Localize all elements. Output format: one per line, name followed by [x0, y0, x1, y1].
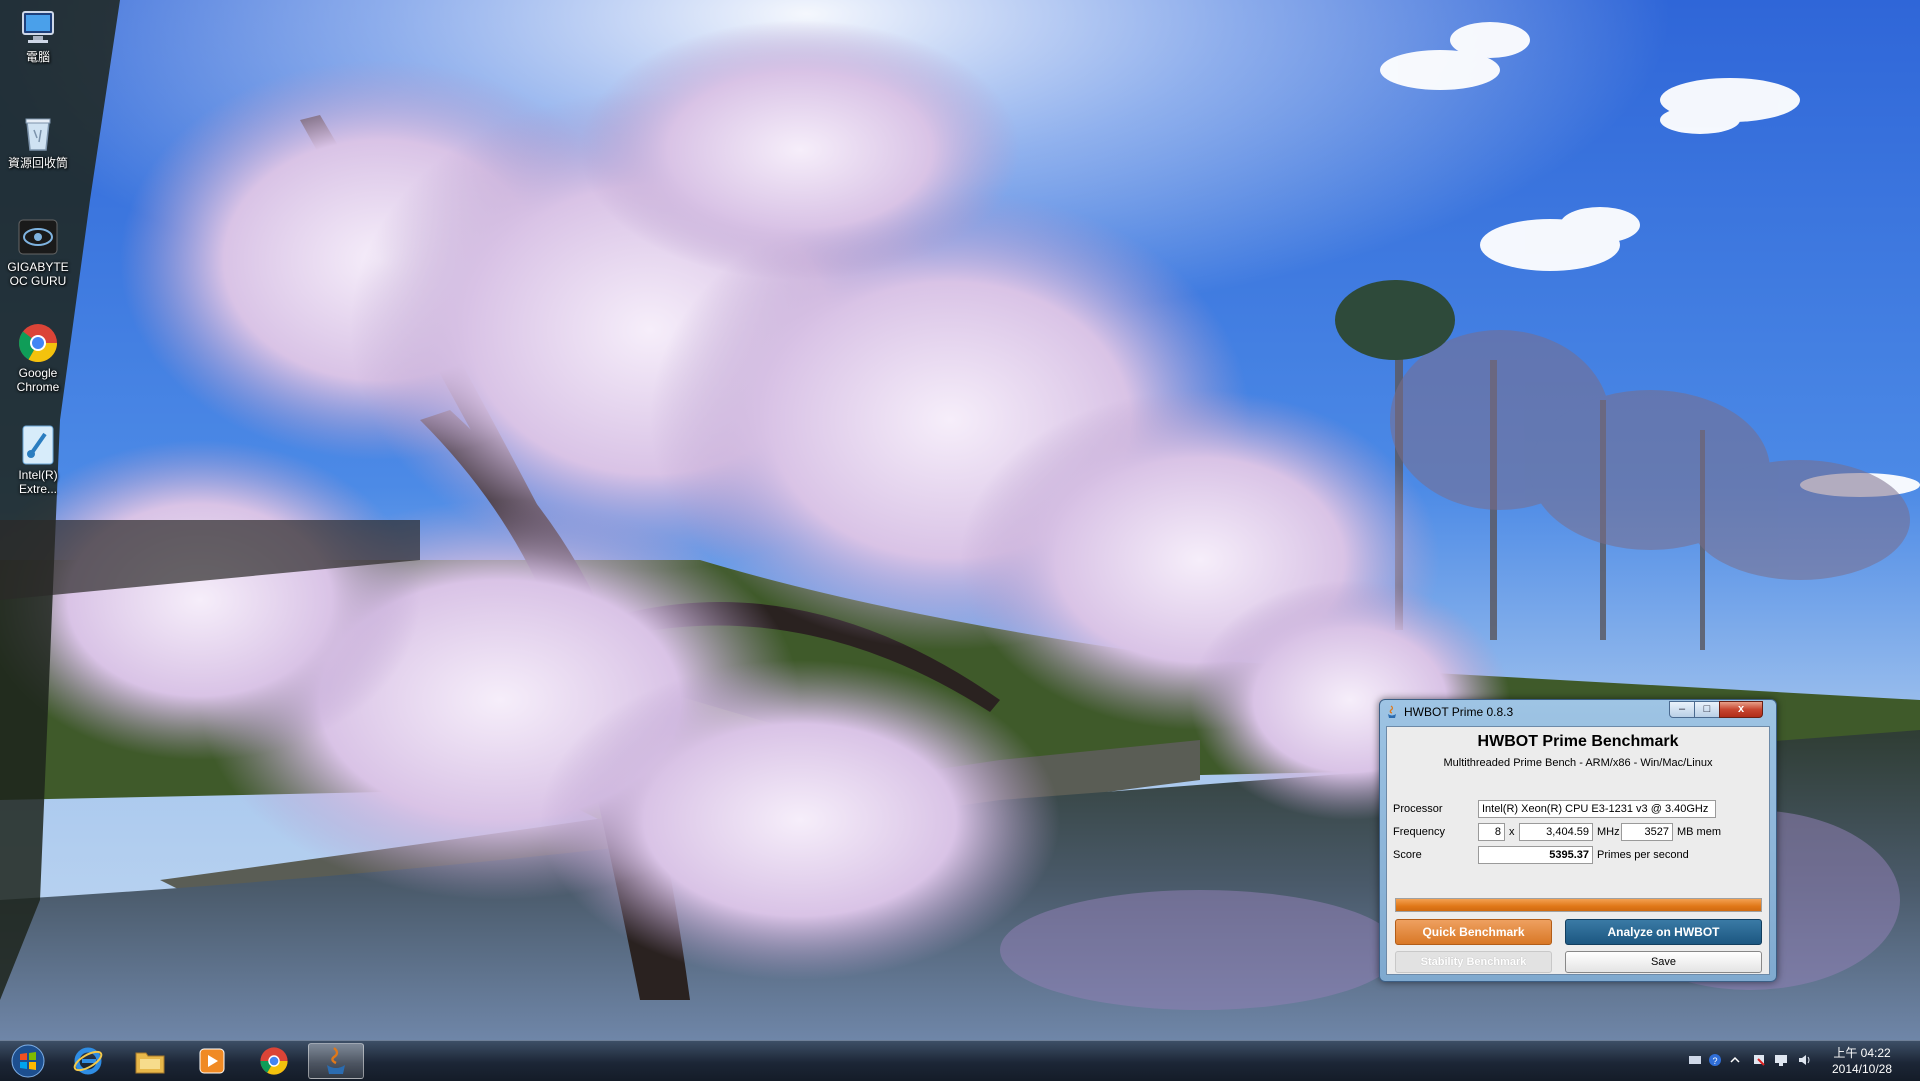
desktop-icon-label: GIGABYTE OC GURU [7, 260, 69, 288]
desktop-icon-label: 資源回收筒 [7, 156, 68, 170]
multiply-sign: x [1509, 826, 1515, 838]
score-unit: Primes per second [1597, 849, 1689, 861]
benchmark-progress-bar [1395, 898, 1762, 912]
intel-xtu-icon [17, 424, 59, 466]
java-app-icon [327, 1047, 345, 1074]
file-explorer-icon [135, 1052, 165, 1074]
analyze-on-hwbot-button[interactable]: Analyze on HWBOT [1565, 919, 1762, 945]
app-title: HWBOT Prime Benchmark [1477, 733, 1679, 750]
start-button[interactable] [4, 1043, 52, 1079]
java-icon [1386, 705, 1398, 719]
show-hidden-icons-icon[interactable] [1728, 1053, 1742, 1067]
quick-benchmark-button[interactable]: Quick Benchmark [1395, 919, 1552, 945]
network-icon[interactable] [1774, 1053, 1788, 1067]
action-center-icon[interactable] [1752, 1053, 1766, 1067]
save-button[interactable]: Save [1565, 951, 1762, 973]
desktop-icon-computer[interactable]: 電腦 [4, 6, 72, 64]
taskbar-hwbot-prime[interactable] [308, 1043, 364, 1079]
score-field[interactable]: 5395.37 [1478, 846, 1593, 864]
desktop-icons: 電腦 資源回收筒 GIGABYTE OC GURU Google Chrome … [0, 0, 80, 540]
help-icon[interactable]: ? [1708, 1053, 1722, 1067]
desktop-icon-label: Intel(R) Extre... [18, 468, 58, 496]
minimize-button[interactable]: – [1669, 701, 1695, 718]
desktop-icon-label: Google Chrome [16, 366, 60, 394]
score-label: Score [1393, 849, 1422, 861]
svg-text:?: ? [1713, 1056, 1718, 1066]
media-player-icon [199, 1048, 225, 1074]
desktop-icon-label: 電腦 [25, 50, 50, 64]
chrome-icon [17, 322, 59, 364]
window-titlebar[interactable]: HWBOT Prime 0.8.3 – □ x [1380, 700, 1776, 724]
desktop-icon-recycle-bin[interactable]: 資源回收筒 [4, 112, 72, 170]
keyboard-icon[interactable] [1688, 1053, 1702, 1067]
progress-fill [1396, 899, 1761, 911]
computer-icon [17, 6, 59, 48]
gigabyte-oc-guru-icon [17, 216, 59, 258]
mhz-field[interactable]: 3,404.59 [1519, 823, 1593, 841]
mhz-unit: MHz [1597, 826, 1620, 838]
taskbar-clock[interactable]: 上午 04:22 2014/10/28 [1822, 1045, 1902, 1077]
window-client-area: HWBOT Prime Benchmark Multithreaded Prim… [1386, 726, 1770, 975]
chrome-icon [260, 1047, 288, 1075]
mem-field[interactable]: 3527 [1621, 823, 1673, 841]
start-orb-icon [11, 1044, 45, 1078]
volume-icon[interactable] [1798, 1053, 1812, 1067]
taskbar: ? 上午 04:22 2014/10/28 [0, 1040, 1920, 1081]
processor-label: Processor [1393, 803, 1443, 815]
recycle-bin-icon [17, 112, 59, 154]
frequency-label: Frequency [1393, 826, 1445, 838]
mem-unit: MB mem [1677, 826, 1721, 838]
desktop-icon-gigabyte[interactable]: GIGABYTE OC GURU [4, 216, 72, 288]
clock-time: 上午 04:22 [1833, 1046, 1891, 1060]
hwbot-prime-window: HWBOT Prime 0.8.3 – □ x HWBOT Prime Benc… [1379, 699, 1777, 982]
taskbar-file-explorer[interactable] [122, 1043, 178, 1079]
close-button[interactable]: x [1719, 701, 1763, 718]
app-subtitle: Multithreaded Prime Bench - ARM/x86 - Wi… [1443, 757, 1713, 769]
processor-field[interactable]: Intel(R) Xeon(R) CPU E3-1231 v3 @ 3.40GH… [1478, 800, 1716, 818]
clock-date: 2014/10/28 [1831, 1062, 1893, 1076]
taskbar-media-player[interactable] [184, 1043, 240, 1079]
taskbar-chrome[interactable] [246, 1043, 302, 1079]
desktop-icon-chrome[interactable]: Google Chrome [4, 322, 72, 394]
desktop-icon-intel[interactable]: Intel(R) Extre... [4, 424, 72, 496]
internet-explorer-icon [73, 1047, 103, 1075]
threads-field[interactable]: 8 [1478, 823, 1505, 841]
taskbar-internet-explorer[interactable] [60, 1043, 116, 1079]
stability-benchmark-button[interactable]: Stability Benchmark [1395, 951, 1552, 973]
maximize-button[interactable]: □ [1694, 701, 1720, 718]
window-title: HWBOT Prime 0.8.3 [1404, 705, 1514, 719]
